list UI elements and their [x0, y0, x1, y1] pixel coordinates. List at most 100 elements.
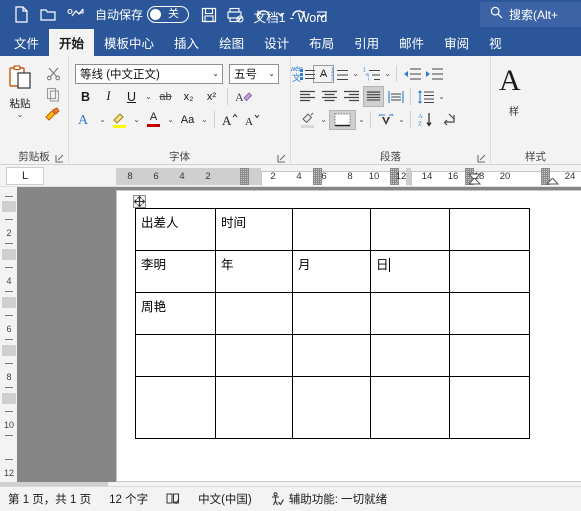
table-row[interactable]: 周艳 — [135, 292, 530, 335]
italic-button[interactable]: I — [98, 86, 119, 107]
paste-button[interactable]: 粘贴 ⌄ — [0, 60, 40, 119]
tab-stop-selector[interactable]: L — [6, 167, 44, 185]
shading-chevron-down-icon[interactable]: ⌄ — [319, 115, 328, 124]
table-cell[interactable]: 周艳 — [135, 292, 216, 335]
table-cell[interactable] — [449, 292, 530, 335]
clipboard-dialog-launcher-icon[interactable] — [55, 154, 65, 164]
customize-qat-icon[interactable] — [313, 3, 331, 27]
font-name-combobox[interactable]: 等线 (中文正文) ⌄ — [75, 63, 223, 84]
underline-chevron-down-icon[interactable]: ⌄ — [144, 92, 153, 101]
borders-icon[interactable] — [329, 109, 356, 130]
highlight-color-icon[interactable] — [109, 109, 130, 130]
table-cell[interactable] — [449, 334, 530, 377]
line-spacing-icon[interactable] — [415, 86, 436, 107]
clear-formatting-icon[interactable]: A — [233, 86, 254, 107]
shrink-font-icon[interactable]: A — [243, 109, 264, 130]
document-canvas[interactable]: 出差人 时间 李明 年 月 日 周艳 — [17, 187, 581, 482]
table-cell[interactable]: 年 — [215, 250, 293, 293]
shading-icon[interactable] — [297, 109, 318, 130]
table-cell[interactable] — [449, 208, 530, 251]
table-cell[interactable]: 时间 — [215, 208, 293, 251]
table-cell[interactable]: 出差人 — [135, 208, 216, 251]
change-case-chevron-down-icon[interactable]: ⌄ — [200, 115, 209, 124]
horizontal-ruler[interactable]: L 8 6 4 2 2 4 6 8 10 12 14 16 18 20 24 — [0, 165, 581, 187]
paragraph-dialog-launcher-icon[interactable] — [477, 154, 487, 164]
table-cell[interactable] — [292, 208, 371, 251]
document-table[interactable]: 出差人 时间 李明 年 月 日 周艳 — [135, 208, 530, 439]
table-cell[interactable] — [370, 334, 450, 377]
highlight-chevron-down-icon[interactable]: ⌄ — [132, 115, 141, 124]
table-cell[interactable] — [135, 376, 216, 439]
font-size-chevron-down-icon[interactable]: ⌄ — [268, 69, 275, 78]
bullets-icon[interactable] — [297, 63, 318, 84]
table-cell[interactable]: 月 — [292, 250, 371, 293]
table-cell[interactable] — [449, 250, 530, 293]
superscript-button[interactable]: x² — [201, 86, 222, 107]
cut-icon[interactable] — [44, 64, 62, 82]
table-cell[interactable] — [370, 208, 450, 251]
tab-home[interactable]: 开始 — [49, 29, 95, 56]
print-preview-icon[interactable] — [222, 3, 249, 27]
table-cell[interactable] — [215, 376, 293, 439]
ch-align-icon[interactable] — [375, 109, 396, 130]
font-size-combobox[interactable]: 五号 ⌄ — [229, 63, 279, 84]
text-effects-icon[interactable]: A — [75, 109, 96, 130]
undo-caret-icon[interactable] — [276, 3, 286, 27]
page-indicator[interactable]: 第 1 页，共 1 页 — [8, 491, 91, 507]
signature-icon[interactable] — [62, 3, 89, 27]
distribute-icon[interactable] — [385, 86, 406, 107]
increase-indent-icon[interactable] — [423, 63, 444, 84]
align-center-icon[interactable] — [319, 86, 340, 107]
accessibility-status[interactable]: 辅助功能: 一切就绪 — [270, 491, 387, 507]
borders-chevron-down-icon[interactable]: ⌄ — [357, 115, 366, 124]
change-case-button[interactable]: Aa — [177, 109, 198, 130]
open-folder-icon[interactable] — [35, 3, 62, 27]
tab-references[interactable]: 引用 — [344, 29, 389, 56]
subscript-button[interactable]: x₂ — [178, 86, 199, 107]
table-cell[interactable] — [292, 334, 371, 377]
table-row[interactable]: 出差人 时间 — [135, 208, 530, 251]
text-effects-chevron-down-icon[interactable]: ⌄ — [98, 115, 107, 124]
table-cell[interactable] — [215, 292, 293, 335]
save-icon[interactable] — [195, 3, 222, 27]
bold-button[interactable]: B — [75, 86, 96, 107]
table-row[interactable] — [135, 376, 530, 439]
bullets-chevron-down-icon[interactable]: ⌄ — [319, 69, 328, 78]
multilevel-chevron-down-icon[interactable]: ⌄ — [383, 69, 392, 78]
table-row[interactable] — [135, 334, 530, 377]
font-color-chevron-down-icon[interactable]: ⌄ — [166, 115, 175, 124]
tab-insert[interactable]: 插入 — [164, 29, 209, 56]
table-cell[interactable] — [135, 334, 216, 377]
ch-align-chevron-down-icon[interactable]: ⌄ — [397, 115, 406, 124]
tab-template-center[interactable]: 模板中心 — [94, 29, 164, 56]
tab-review[interactable]: 审阅 — [434, 29, 479, 56]
table-cell[interactable] — [370, 292, 450, 335]
multilevel-list-icon[interactable]: 1ai — [361, 63, 382, 84]
table-cell[interactable] — [449, 376, 530, 439]
table-cell[interactable] — [292, 292, 371, 335]
tab-design[interactable]: 设计 — [254, 29, 299, 56]
numbering-icon[interactable]: 123 — [329, 63, 350, 84]
tab-layout[interactable]: 布局 — [299, 29, 344, 56]
proofing-icon[interactable] — [166, 492, 180, 506]
underline-button[interactable]: U — [121, 86, 142, 107]
align-right-icon[interactable] — [341, 86, 362, 107]
ruler-indent-mark-1[interactable] — [240, 168, 249, 185]
word-count[interactable]: 12 个字 — [109, 491, 148, 507]
tab-mailings[interactable]: 邮件 — [389, 29, 434, 56]
sort-icon[interactable]: AZ — [415, 109, 436, 130]
font-dialog-launcher-icon[interactable] — [277, 154, 287, 164]
vertical-ruler[interactable]: 2 4 6 8 10 12 — [0, 187, 17, 482]
table-cell-active[interactable]: 日 — [370, 250, 450, 293]
show-formatting-marks-icon[interactable] — [437, 109, 458, 130]
new-document-icon[interactable] — [8, 3, 35, 27]
undo-icon[interactable] — [249, 3, 276, 27]
justify-icon[interactable] — [363, 86, 384, 107]
language-indicator[interactable]: 中文(中国) — [198, 491, 252, 507]
paste-caret-icon[interactable]: ⌄ — [17, 111, 24, 119]
style-preview-icon[interactable]: A — [499, 64, 529, 103]
table-cell[interactable] — [215, 334, 293, 377]
table-row[interactable]: 李明 年 月 日 — [135, 250, 530, 293]
font-color-icon[interactable]: A — [143, 109, 164, 130]
search-box[interactable]: 搜索(Alt+ — [480, 2, 581, 27]
